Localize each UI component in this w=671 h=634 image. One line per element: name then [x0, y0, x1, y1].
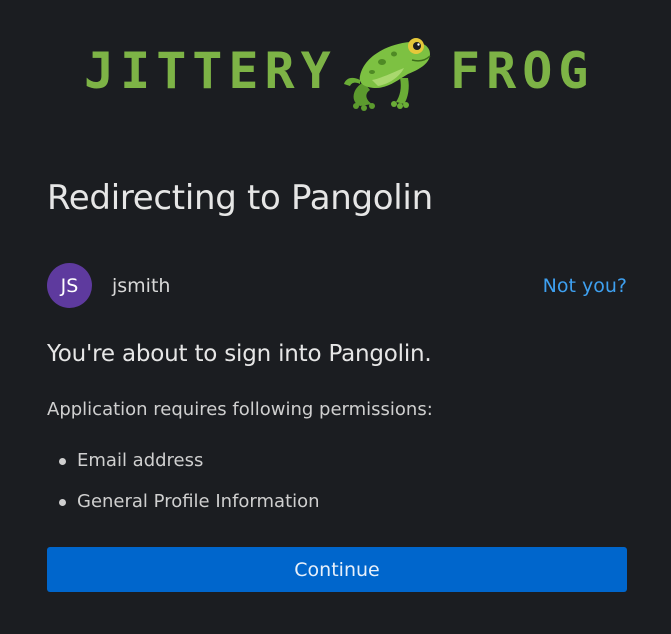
consent-heading: You're about to sign into Pangolin. [47, 341, 432, 367]
current-user-row: JS jsmith Not you? [47, 263, 627, 308]
logo-text-left: JITTERY [84, 42, 337, 100]
list-item: General Profile Information [47, 488, 320, 529]
frog-logo-icon [344, 38, 431, 111]
list-item: Email address [47, 447, 320, 488]
bullet-icon [59, 499, 66, 506]
page-title: Redirecting to Pangolin [47, 178, 433, 218]
continue-button[interactable]: Continue [47, 547, 627, 592]
brand-logo: JITTERY FROG [84, 30, 590, 112]
permissions-intro: Application requires following permissio… [47, 399, 433, 420]
login-consent-page: JITTERY FROG Redirecting to Pangolin JS … [0, 0, 671, 634]
logo-text-right: FROG [450, 42, 595, 100]
bullet-icon [59, 458, 66, 465]
permissions-list: Email address General Profile Informatio… [47, 447, 320, 529]
not-you-link[interactable]: Not you? [543, 275, 627, 297]
permission-label: Email address [77, 450, 204, 471]
avatar: JS [47, 263, 92, 308]
username: jsmith [112, 275, 171, 297]
permission-label: General Profile Information [77, 491, 320, 512]
